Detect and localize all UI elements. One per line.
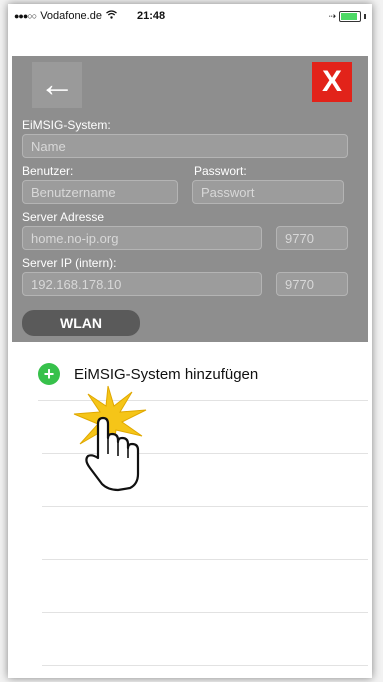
signal-strength: ●●●○○ (14, 11, 37, 21)
add-system-label: EiMSIG-System hinzufügen (74, 365, 259, 383)
tap-gesture-icon (73, 385, 147, 492)
system-list: + EiMSIG-System hinzufügen (8, 348, 372, 666)
password-label: Passwort: (194, 164, 247, 178)
battery-tip (364, 13, 366, 19)
server-label: Server Adresse (22, 210, 105, 224)
close-icon: X (321, 65, 342, 98)
battery-icon (339, 10, 361, 22)
username-input[interactable]: Benutzername (22, 180, 178, 204)
back-button[interactable]: ← (32, 62, 82, 108)
status-left: ●●●○○ Vodafone.de 21:48 (14, 10, 165, 22)
server-ip-row: 192.168.178.10 9770 (22, 272, 364, 296)
password-input[interactable]: Passwort (192, 180, 344, 204)
list-item (42, 560, 368, 613)
wifi-icon (106, 10, 117, 22)
server-row: home.no-ip.org 9770 (22, 226, 364, 250)
credentials-labels: Benutzer: Passwort: (22, 164, 364, 180)
status-bar: ●●●○○ Vodafone.de 21:48 ⇢ (8, 4, 372, 28)
battery-area: ⇢ (328, 10, 366, 22)
wlan-button[interactable]: WLAN (22, 310, 140, 336)
list-item (42, 507, 368, 560)
server-port-input[interactable]: 9770 (276, 226, 348, 250)
phone-screen: ●●●○○ Vodafone.de 21:48 ⇢ ← X EiMSIG-Sys… (8, 4, 372, 678)
system-label: EiMSIG-System: (22, 118, 111, 132)
name-input[interactable]: Name (22, 134, 348, 158)
carrier-name: Vodafone.de (40, 10, 102, 22)
toolbar: ← X (12, 56, 368, 114)
back-arrow-icon: ← (39, 63, 75, 104)
clock: 21:48 (136, 10, 166, 22)
add-icon: + (38, 363, 60, 385)
credentials-fields: Benutzername Passwort (22, 180, 364, 204)
server-ip-input[interactable]: 192.168.178.10 (22, 272, 262, 296)
charging-icon: ⇢ (328, 10, 336, 21)
settings-form: EiMSIG-System: Name Benutzer: Passwort: … (12, 114, 368, 342)
server-ip-label: Server IP (intern): (22, 256, 117, 270)
close-button[interactable]: X (312, 62, 352, 102)
list-item (42, 613, 368, 666)
user-label: Benutzer: (22, 164, 74, 178)
server-address-input[interactable]: home.no-ip.org (22, 226, 262, 250)
server-ip-port-input[interactable]: 9770 (276, 272, 348, 296)
